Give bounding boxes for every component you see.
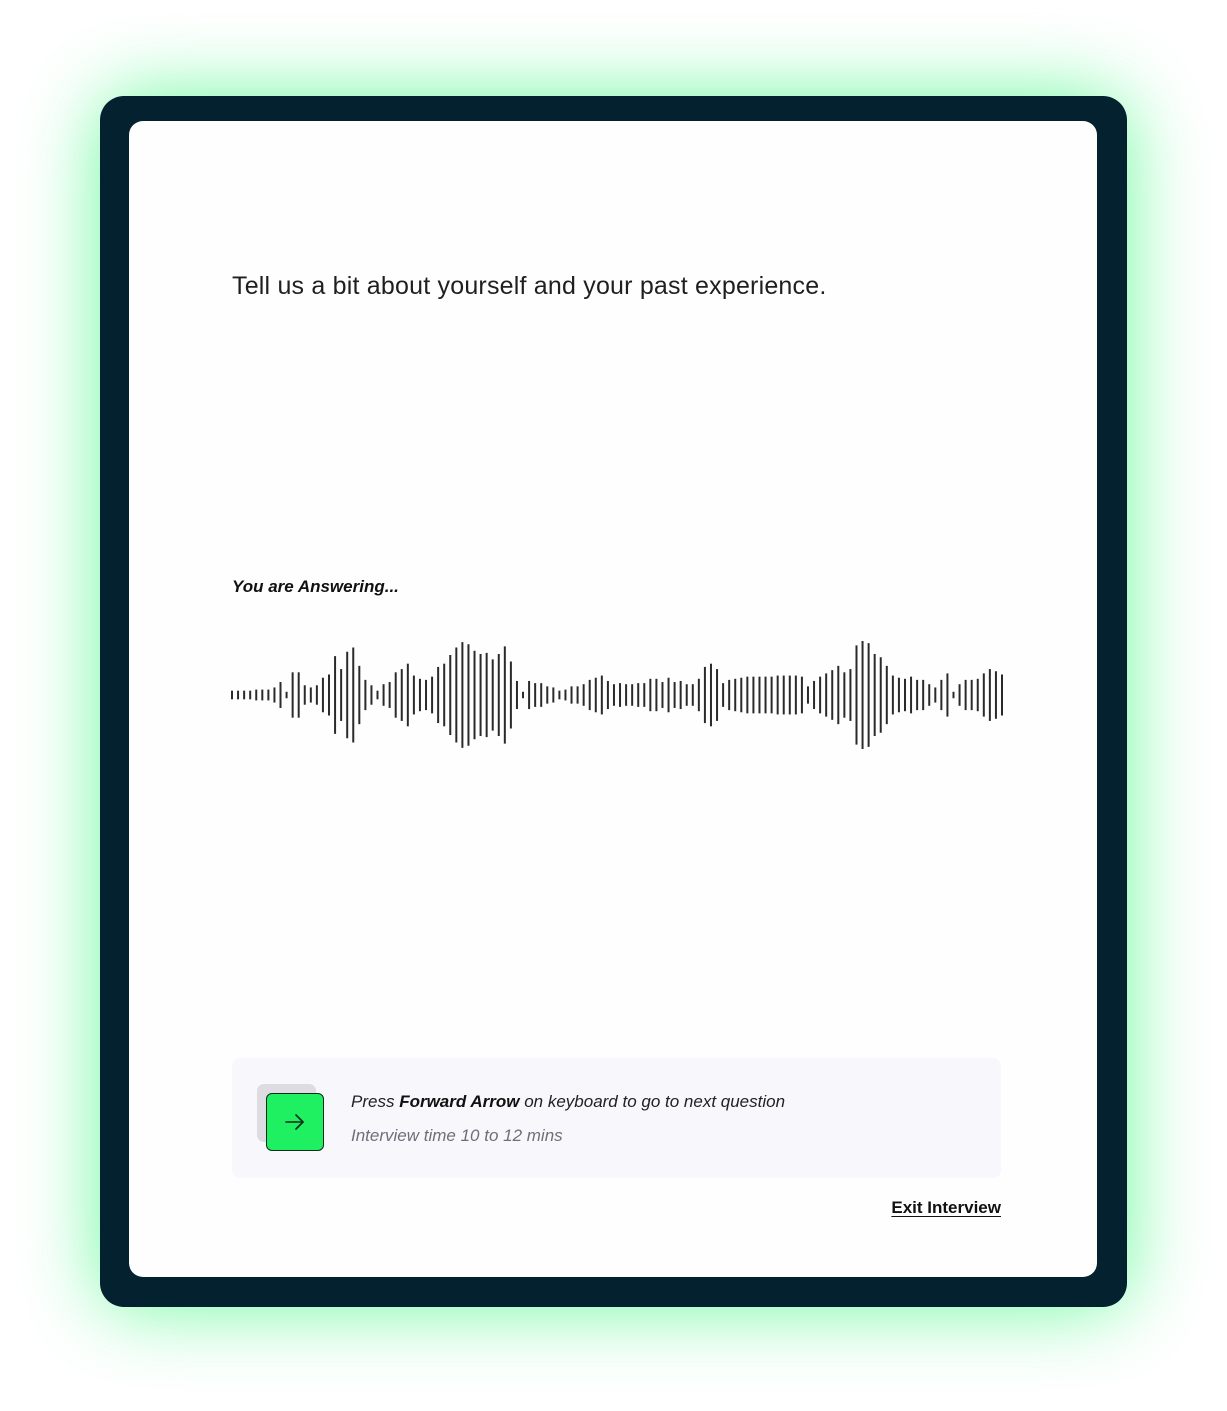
arrow-right-icon bbox=[285, 1114, 304, 1130]
hint-instruction: Press Forward Arrow on keyboard to go to… bbox=[351, 1092, 785, 1112]
hint-prefix: Press bbox=[351, 1092, 400, 1111]
answering-status: You are Answering... bbox=[232, 577, 399, 596]
question-text: Tell us a bit about yourself and your pa… bbox=[232, 272, 827, 300]
exit-interview-link[interactable]: Exit Interview bbox=[891, 1198, 1001, 1218]
hint-suffix: on keyboard to go to next question bbox=[519, 1092, 786, 1111]
forward-arrow-button[interactable] bbox=[266, 1093, 324, 1151]
hint-key-name: Forward Arrow bbox=[399, 1092, 520, 1111]
interview-duration: Interview time 10 to 12 mins bbox=[351, 1126, 563, 1145]
next-question-hint: Press Forward Arrow on keyboard to go to… bbox=[232, 1058, 1001, 1178]
audio-waveform bbox=[231, 641, 1003, 749]
